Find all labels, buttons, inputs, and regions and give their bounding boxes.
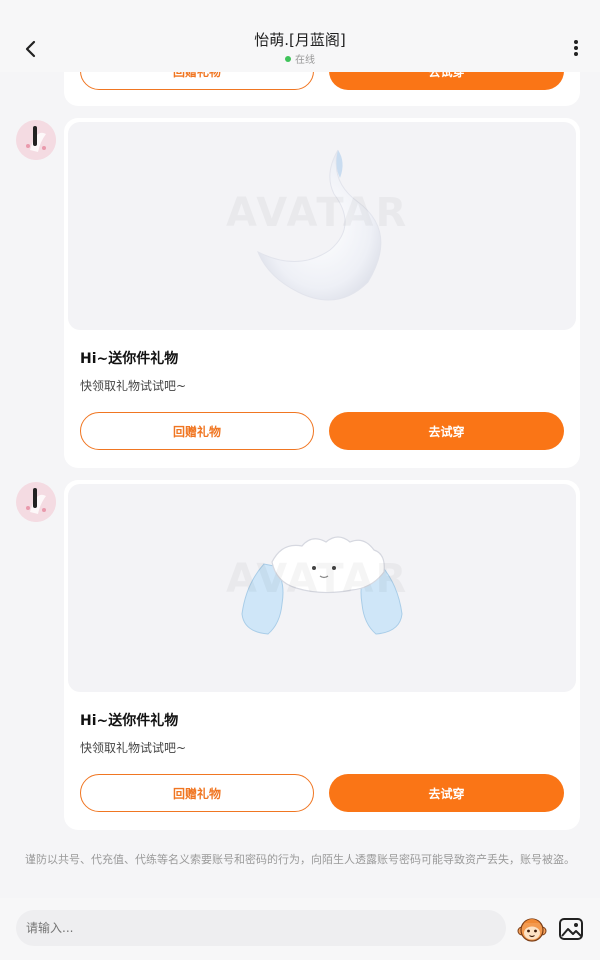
status-dot-icon <box>285 55 291 62</box>
gift-subtitle: 快领取礼物试试吧~ <box>80 379 187 393</box>
watermark: AVATAR <box>226 190 408 236</box>
more-options-button[interactable] <box>566 36 586 60</box>
more-dot <box>574 52 578 56</box>
composer-bar <box>0 898 600 960</box>
try-on-button[interactable]: 去试穿 <box>329 774 564 812</box>
gift-image[interactable]: AVATAR <box>68 122 576 330</box>
avatar[interactable] <box>16 120 56 160</box>
avatar[interactable] <box>16 482 56 522</box>
avatar-emoji-button[interactable] <box>516 913 548 945</box>
message-input[interactable] <box>16 910 506 946</box>
avatar-image <box>16 120 56 160</box>
gift-card: AVATAR Hi~送你件礼物 快领取礼物试试吧~ 回赠礼物 去试穿 <box>64 480 580 830</box>
gift-image[interactable]: AVATAR <box>68 484 576 692</box>
online-status: 在线 <box>0 51 600 66</box>
avatar-image <box>16 482 56 522</box>
title-block: 怡萌.[月蓝阁] 在线 <box>0 30 600 66</box>
try-on-button[interactable]: 去试穿 <box>329 412 564 450</box>
monkey-face-icon <box>517 918 547 942</box>
more-dot <box>574 40 578 44</box>
image-icon <box>559 918 583 940</box>
gift-back-button[interactable]: 回赠礼物 <box>80 774 314 812</box>
security-warning: 谨防以共号、代充值、代练等名义索要账号和密码的行为，向陌生人透露账号密码可能导致… <box>25 853 575 866</box>
watermark: AVATAR <box>226 556 408 602</box>
chat-area[interactable]: 回赠礼物 去试穿 AVATAR <box>0 0 600 898</box>
gift-back-button[interactable]: 回赠礼物 <box>80 412 314 450</box>
gift-subtitle: 快领取礼物试试吧~ <box>80 741 187 755</box>
gift-title: Hi~送你件礼物 <box>80 351 179 367</box>
gift-title: Hi~送你件礼物 <box>80 713 179 729</box>
image-picker-button[interactable] <box>557 915 585 943</box>
status-label: 在线 <box>295 55 315 66</box>
more-dot <box>574 46 578 50</box>
gift-card: AVATAR Hi~送你件礼物 快领取礼物试试吧~ 回赠礼物 去试穿 <box>64 118 580 468</box>
page-title: 怡萌.[月蓝阁] <box>254 31 346 49</box>
chat-header: 怡萌.[月蓝阁] 在线 <box>0 0 600 72</box>
